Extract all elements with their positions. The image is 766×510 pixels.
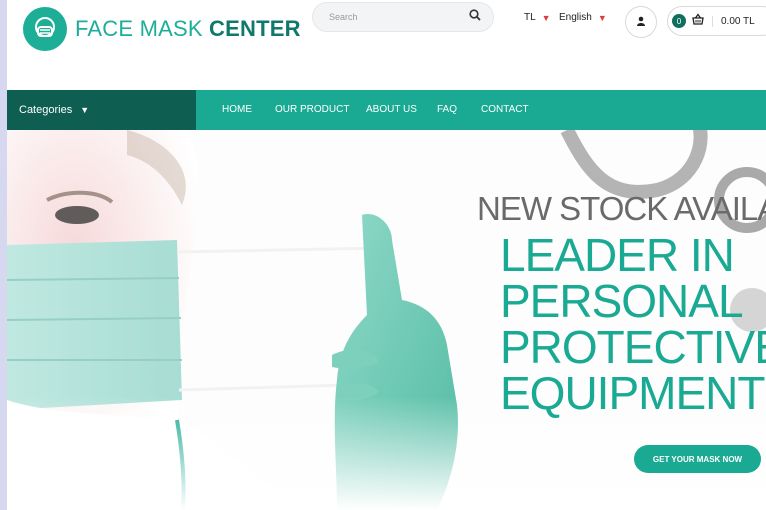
get-mask-button[interactable]: GET YOUR MASK NOW: [634, 445, 761, 473]
categories-label: Categories: [19, 104, 73, 116]
logo-text-light: FACE MASK: [75, 16, 210, 41]
language-label: English: [559, 12, 592, 23]
categories-menu-button[interactable]: Categories ▼: [7, 90, 196, 130]
main-nav: Categories ▼ HOME OUR PRODUCT ABOUT US F…: [7, 90, 766, 130]
nav-link-home[interactable]: HOME: [222, 90, 252, 130]
account-button[interactable]: [625, 6, 657, 38]
user-icon: [636, 13, 646, 31]
hero-subtitle: NEW STOCK AVAILABLE: [477, 190, 766, 227]
site-logo[interactable]: FACE MASK CENTER: [23, 6, 301, 52]
hero-banner: NEW STOCK AVAILABLE LEADER IN PERSONAL P…: [7, 130, 766, 510]
nav-link-contact[interactable]: CONTACT: [481, 90, 529, 130]
nav-link-about-us[interactable]: ABOUT US: [366, 90, 417, 130]
nav-link-faq[interactable]: FAQ: [437, 90, 457, 130]
search-input[interactable]: [327, 11, 451, 23]
chevron-down-icon: ▼: [597, 12, 607, 23]
cart-total: 0.00 TL: [712, 15, 755, 27]
basket-icon: [692, 12, 704, 30]
cart-button[interactable]: 0 0.00 TL: [667, 6, 766, 36]
search-bar: [312, 2, 494, 32]
language-dropdown[interactable]: English ▼: [559, 12, 607, 23]
logo-text: FACE MASK CENTER: [75, 16, 301, 42]
search-icon[interactable]: [469, 8, 481, 26]
page: FACE MASK CENTER TL ▼ English ▼ 0: [7, 0, 766, 510]
currency-label: TL: [524, 12, 536, 23]
chevron-down-icon: ▼: [80, 105, 90, 115]
nav-link-our-product[interactable]: OUR PRODUCT: [275, 90, 349, 130]
logo-text-bold: CENTER: [209, 16, 301, 41]
mask-logo-icon: [23, 7, 67, 51]
cart-count-badge: 0: [672, 14, 686, 28]
currency-dropdown[interactable]: TL ▼: [524, 12, 551, 23]
chevron-down-icon: ▼: [541, 12, 551, 23]
hero-title: LEADER IN PERSONAL PROTECTIVE EQUIPMENT: [500, 229, 766, 419]
